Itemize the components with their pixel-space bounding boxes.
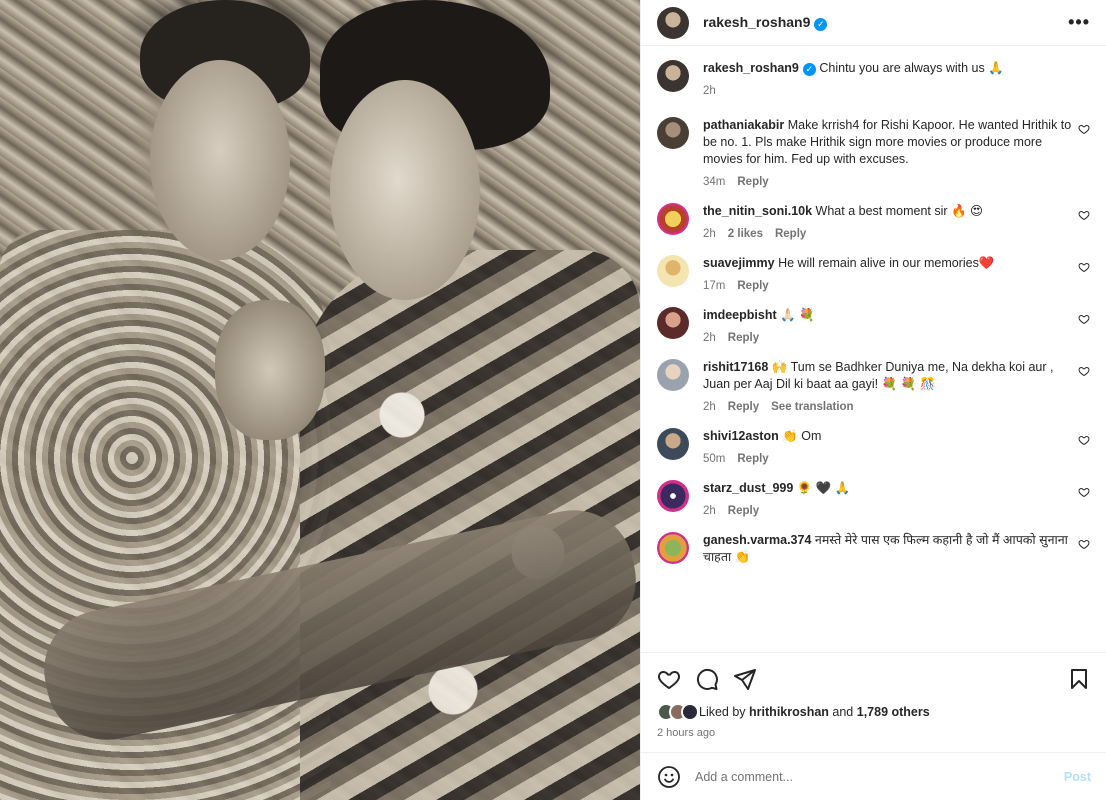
likes-summary: Liked by hrithikroshan and 1,789 others <box>657 703 1091 721</box>
comment-username[interactable]: ganesh.varma.374 <box>703 533 811 547</box>
caption-avatar[interactable] <box>657 60 689 92</box>
comment-username[interactable]: pathaniakabir <box>703 118 784 132</box>
photo-face-right <box>330 80 480 300</box>
photo-fist <box>215 300 325 440</box>
comment-item: suavejimmy He will remain alive in our m… <box>657 255 1090 292</box>
comments-list[interactable]: rakesh_roshan9 ✓ Chintu you are always wi… <box>641 46 1106 652</box>
comment-avatar[interactable] <box>657 307 689 339</box>
verified-icon: ✓ <box>802 63 816 76</box>
post-timestamp: 2 hours ago <box>657 727 716 739</box>
comment-bubble-icon[interactable] <box>695 667 719 691</box>
like-comment-heart-icon[interactable] <box>1078 123 1090 135</box>
likes-others-count[interactable]: 1,789 others <box>857 705 930 719</box>
comment-text: 🌻 🖤 🙏 <box>796 481 851 495</box>
liked-by-and: and <box>832 705 854 719</box>
comment-item: the_nitin_soni.10k What a best moment si… <box>657 203 1090 240</box>
post-header: rakesh_roshan9 ✓ ••• <box>641 0 1106 46</box>
comment-username[interactable]: the_nitin_soni.10k <box>703 204 812 218</box>
caption-time: 2h <box>703 85 716 97</box>
post-actions: Liked by hrithikroshan and 1,789 others … <box>641 652 1106 739</box>
comment-username[interactable]: shivi12aston <box>703 429 779 443</box>
add-comment-bar: Add a comment... Post <box>641 752 1106 800</box>
caption-text: Chintu you are always with us 🙏 <box>819 61 1004 75</box>
comment-username[interactable]: suavejimmy <box>703 256 775 270</box>
share-paper-plane-icon[interactable] <box>733 667 757 691</box>
comment-item: imdeepbisht 🙏🏻 💐 2h Reply <box>657 307 1090 344</box>
comment-text: 🙏🏻 💐 <box>780 308 815 322</box>
comment-username[interactable]: rishit17168 <box>703 360 768 374</box>
comment-username[interactable]: starz_dust_999 <box>703 481 793 495</box>
comment-item: starz_dust_999 🌻 🖤 🙏 2h Reply <box>657 480 1090 517</box>
see-translation-link[interactable]: See translation <box>771 401 853 413</box>
comment-time: 34m <box>703 176 726 188</box>
comment-username[interactable]: imdeepbisht <box>703 308 777 322</box>
post-comment-button[interactable]: Post <box>1064 770 1091 784</box>
comment-time: 2h <box>703 228 716 240</box>
caption-username[interactable]: rakesh_roshan9 <box>703 61 799 75</box>
comment-text: What a best moment sir 🔥 😍 <box>815 204 984 218</box>
comment-time: 2h <box>703 401 716 413</box>
comment-time: 50m <box>703 453 726 465</box>
photo-face-left <box>150 60 290 260</box>
reply-button[interactable]: Reply <box>728 332 759 344</box>
reply-button[interactable]: Reply <box>728 505 759 517</box>
save-bookmark-icon[interactable] <box>1067 667 1091 691</box>
post-side-panel: rakesh_roshan9 ✓ ••• rakesh_roshan9 ✓ Chin… <box>640 0 1106 800</box>
like-comment-heart-icon[interactable] <box>1078 434 1090 446</box>
more-options-button[interactable]: ••• <box>1068 12 1090 33</box>
comment-avatar[interactable] <box>657 480 689 512</box>
comment-time: 2h <box>703 505 716 517</box>
comment-avatar[interactable] <box>657 359 689 391</box>
like-comment-heart-icon[interactable] <box>1078 365 1090 377</box>
comment-avatar[interactable] <box>657 532 689 564</box>
comment-item: pathaniakabir Make krrish4 for Rishi Kap… <box>657 117 1090 188</box>
liked-by-user[interactable]: hrithikroshan <box>749 705 829 719</box>
verified-icon: ✓ <box>814 18 828 31</box>
comment-avatar[interactable] <box>657 255 689 287</box>
like-comment-heart-icon[interactable] <box>1078 261 1090 273</box>
author-username[interactable]: rakesh_roshan9 ✓ <box>703 14 828 31</box>
comment-likes-count[interactable]: 2 likes <box>728 228 763 240</box>
comment-time: 17m <box>703 280 726 292</box>
comment-avatar[interactable] <box>657 203 689 235</box>
author-username-text[interactable]: rakesh_roshan9 <box>703 14 810 30</box>
emoji-smiley-icon[interactable] <box>657 765 681 789</box>
like-comment-heart-icon[interactable] <box>1078 538 1090 550</box>
like-heart-icon[interactable] <box>657 667 681 691</box>
comment-avatar[interactable] <box>657 117 689 149</box>
comment-text: He will remain alive in our memories❤️ <box>778 256 995 270</box>
caption: rakesh_roshan9 ✓ Chintu you are always wi… <box>657 60 1090 97</box>
reply-button[interactable]: Reply <box>737 453 768 465</box>
like-comment-heart-icon[interactable] <box>1078 486 1090 498</box>
comment-item: rishit17168 🙌 Tum se Badhker Duniya me, … <box>657 359 1090 413</box>
comment-item: ganesh.varma.374 नमस्ते मेरे पास एक फिल्… <box>657 532 1090 566</box>
liked-by-prefix: Liked by <box>699 705 746 719</box>
reply-button[interactable]: Reply <box>737 176 768 188</box>
comment-text: 👏 Om <box>782 429 822 443</box>
like-comment-heart-icon[interactable] <box>1078 313 1090 325</box>
post-photo[interactable] <box>0 0 640 800</box>
comment-time: 2h <box>703 332 716 344</box>
add-comment-input[interactable]: Add a comment... <box>695 770 1064 784</box>
reply-button[interactable]: Reply <box>775 228 806 240</box>
comment-item: shivi12aston 👏 Om 50m Reply <box>657 428 1090 465</box>
comment-avatar[interactable] <box>657 428 689 460</box>
author-avatar[interactable] <box>657 6 689 39</box>
liker-avatars[interactable] <box>657 703 699 721</box>
like-comment-heart-icon[interactable] <box>1078 209 1090 221</box>
reply-button[interactable]: Reply <box>737 280 768 292</box>
reply-button[interactable]: Reply <box>728 401 759 413</box>
